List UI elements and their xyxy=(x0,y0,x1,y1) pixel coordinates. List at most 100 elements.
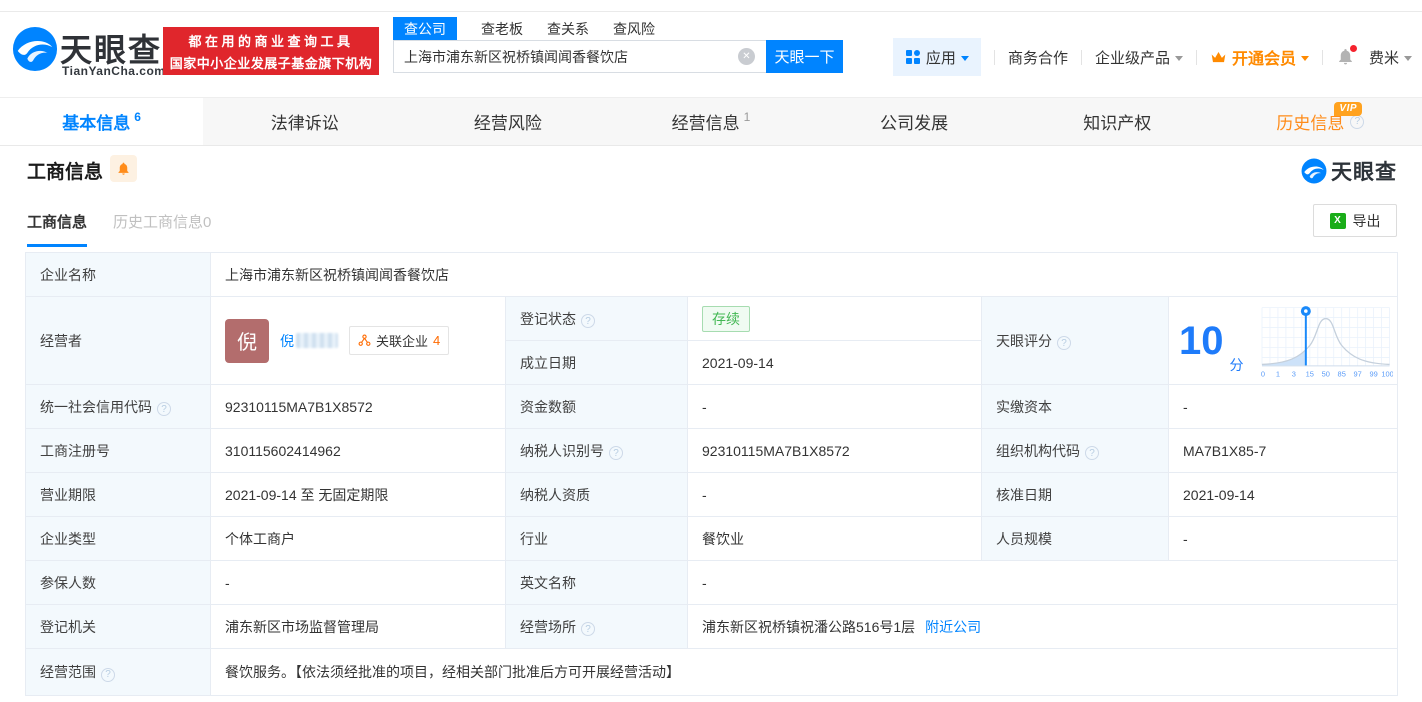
help-icon[interactable]: ? xyxy=(581,314,595,328)
user-menu[interactable]: 费米 xyxy=(1369,47,1412,68)
watermark-brand-text: 天眼查 xyxy=(1331,161,1397,184)
tab-operation-info[interactable]: 经营信息 1 xyxy=(609,98,812,145)
score-unit: 分 xyxy=(1229,356,1244,373)
search-tab-boss[interactable]: 查老板 xyxy=(481,19,523,39)
table-row: 参保人数 - 英文名称 - xyxy=(25,560,1399,605)
field-label: 纳税人识别号? xyxy=(505,428,688,473)
score-area-fill xyxy=(1261,347,1306,365)
field-label-text: 天眼评分 xyxy=(996,332,1052,349)
chevron-down-icon xyxy=(1404,55,1412,61)
help-icon[interactable]: ? xyxy=(1350,114,1365,129)
tab-legal-proceedings[interactable]: 法律诉讼 xyxy=(203,98,406,145)
help-icon[interactable]: ? xyxy=(609,446,623,460)
avatar[interactable]: 倪 xyxy=(225,318,269,363)
search-tab-risk[interactable]: 查风险 xyxy=(613,19,655,39)
search-tab-company[interactable]: 查公司 xyxy=(393,17,457,41)
clear-icon[interactable]: ✕ xyxy=(738,48,755,65)
watermark-logo: 天眼查 xyxy=(1301,156,1397,186)
related-companies-badge[interactable]: 关联企业 4 xyxy=(349,326,450,355)
establish-date-value: 2021-09-14 xyxy=(687,340,982,385)
tianyancha-logo-icon[interactable] xyxy=(12,26,58,72)
table-row: 经营范围? 餐饮服务。【依法须经批准的项目，经相关部门批准后方可开展经营活动】 xyxy=(25,648,1399,696)
paid-capital-value: - xyxy=(1167,384,1399,429)
tab-count: 1 xyxy=(743,109,751,124)
field-label: 企业名称 xyxy=(25,252,211,297)
company-type-value: 个体工商户 xyxy=(210,516,506,561)
divider xyxy=(1321,49,1323,65)
business-info-table: 企业名称 上海市浦东新区祝桥镇闻闻香餐饮店 经营者 倪 倪 关联企业 4 登记状… xyxy=(25,252,1399,696)
operator-name-link[interactable]: 倪 xyxy=(280,331,338,351)
svg-text:85: 85 xyxy=(1337,369,1345,378)
table-row: 经营者 倪 倪 关联企业 4 登记状态 ? 存续 天眼评分 ? 10 分 0 1… xyxy=(25,296,1399,385)
vip-badge: VIP xyxy=(1334,102,1363,116)
org-chart-icon xyxy=(358,334,371,346)
help-icon[interactable]: ? xyxy=(1085,446,1099,460)
svg-text:99: 99 xyxy=(1369,369,1377,378)
svg-text:100: 100 xyxy=(1381,369,1393,378)
field-label: 资金数额 xyxy=(505,384,688,429)
svg-text:15: 15 xyxy=(1305,369,1313,378)
subtab-business-info[interactable]: 工商信息 xyxy=(27,211,88,247)
export-button[interactable]: X 导出 xyxy=(1313,204,1397,237)
field-label-text: 纳税人识别号 xyxy=(520,442,604,459)
notifications-button[interactable] xyxy=(1336,45,1357,67)
field-label-text: 经营场所 xyxy=(520,618,576,635)
taxpayer-quality-value: - xyxy=(687,472,982,517)
tab-operation-risk[interactable]: 经营风险 xyxy=(406,98,609,145)
apps-label: 应用 xyxy=(925,49,956,67)
tab-label: 公司发展 xyxy=(880,114,949,133)
operator-cell: 倪 倪 关联企业 4 xyxy=(210,296,506,385)
help-icon[interactable]: ? xyxy=(101,667,115,682)
help-icon[interactable]: ? xyxy=(157,402,171,416)
tab-count: 6 xyxy=(134,109,141,124)
subtab-history-business-info[interactable]: 历史工商信息0 xyxy=(113,211,211,247)
field-label: 人员规模 xyxy=(981,516,1169,561)
export-label: 导出 xyxy=(1352,212,1381,229)
subscribe-bell-button[interactable] xyxy=(110,155,137,182)
help-icon[interactable]: ? xyxy=(1057,336,1071,350)
apps-menu[interactable]: 应用 xyxy=(892,38,981,76)
tab-intellectual-property[interactable]: 知识产权 xyxy=(1016,98,1219,145)
svg-text:0: 0 xyxy=(1260,369,1264,378)
score-marker-pin-hole xyxy=(1303,308,1308,313)
svg-text:50: 50 xyxy=(1321,369,1329,378)
search-tabs: 查公司 查老板 查关系 查风险 xyxy=(393,17,655,41)
field-label-text: 组织机构代码 xyxy=(996,442,1080,459)
search-input[interactable] xyxy=(393,40,766,73)
field-label: 经营者 xyxy=(25,296,211,385)
membership-menu[interactable]: 开通会员 xyxy=(1210,45,1309,69)
field-label: 天眼评分? xyxy=(981,296,1169,385)
score-distribution-chart: 0 1 3 15 50 85 97 99 100 xyxy=(1260,305,1393,378)
tab-label: 法律诉讼 xyxy=(270,114,339,133)
tab-basic-info[interactable]: 基本信息 6 xyxy=(0,98,204,145)
header-right-nav: 应用 商务合作 企业级产品 开通会员 费米 xyxy=(892,38,1412,76)
insured-count-value: - xyxy=(210,560,506,605)
business-cooperation-link[interactable]: 商务合作 xyxy=(1008,47,1068,68)
industry-value: 餐饮业 xyxy=(687,516,982,561)
field-label: 统一社会信用代码? xyxy=(25,384,211,429)
enterprise-products-label: 企业级产品 xyxy=(1094,49,1170,67)
search-tab-relation[interactable]: 查关系 xyxy=(547,19,589,39)
field-label: 登记机关 xyxy=(25,604,211,649)
tab-label: 知识产权 xyxy=(1083,114,1152,133)
field-label: 经营范围? xyxy=(25,648,211,696)
search-button[interactable]: 天眼一下 xyxy=(766,40,843,73)
alert-bell-icon xyxy=(118,162,129,175)
reg-status-value: 存续 xyxy=(687,296,982,341)
business-scope-value: 餐饮服务。【依法须经批准的项目，经相关部门批准后方可开展经营活动】 xyxy=(209,648,1399,696)
divider xyxy=(1080,49,1082,65)
tab-history-info[interactable]: 历史信息 VIP ? xyxy=(1219,98,1422,145)
section-title: 工商信息 xyxy=(27,162,104,183)
tab-company-development[interactable]: 公司发展 xyxy=(813,98,1016,145)
nearby-companies-link[interactable]: 附近公司 xyxy=(925,619,981,635)
tab-label: 经营信息 xyxy=(671,114,740,133)
apps-grid-icon xyxy=(905,50,920,64)
status-badge: 存续 xyxy=(702,305,750,332)
field-label: 登记状态? xyxy=(505,296,688,341)
help-icon[interactable]: ? xyxy=(581,622,595,636)
field-label-text: 经营范围 xyxy=(40,664,96,680)
field-label: 核准日期 xyxy=(981,472,1169,517)
approval-date-value: 2021-09-14 xyxy=(1167,472,1399,517)
enterprise-products-menu[interactable]: 企业级产品 xyxy=(1095,47,1183,68)
table-row: 企业类型 个体工商户 行业 餐饮业 人员规模 - xyxy=(25,516,1399,561)
